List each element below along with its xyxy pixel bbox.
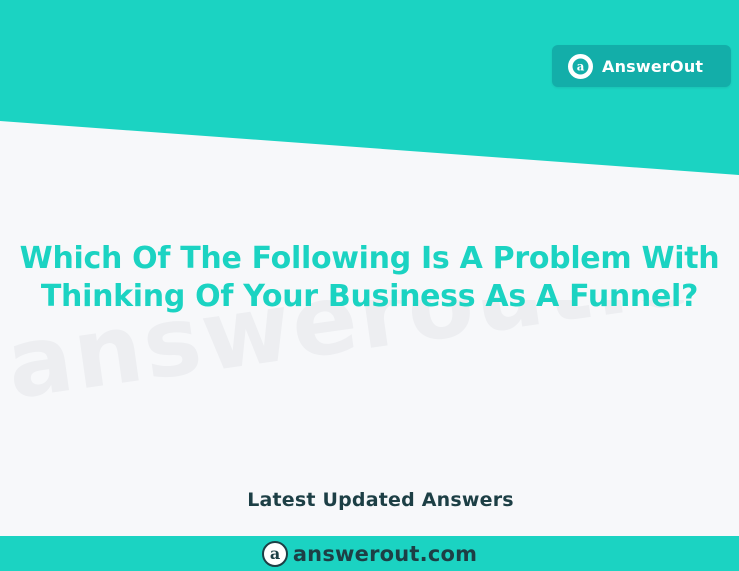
footer-bar[interactable]: a answerout.com — [0, 536, 739, 571]
brand-logo-icon: a — [568, 53, 593, 79]
question-title: Which Of The Following Is A Problem With… — [0, 240, 739, 316]
question-title-line-1: Which Of The Following Is A Problem With — [19, 241, 720, 276]
brand-name: AnswerOut — [602, 56, 704, 76]
watermark: answerout.com — [0, 300, 739, 440]
brand-logo-glyph: a — [577, 59, 585, 73]
question-title-line-2: Thinking Of Your Business As A Funnel? — [40, 279, 699, 314]
footer-logo-glyph: a — [270, 544, 280, 563]
watermark-text: answerout.com — [0, 300, 739, 421]
brand-badge[interactable]: a AnswerOut — [552, 45, 731, 87]
footer-logo-icon: a — [261, 540, 288, 567]
footer-domain-link[interactable]: answerout.com — [293, 542, 477, 566]
latest-updated-answers-label: Latest Updated Answers — [247, 489, 514, 511]
